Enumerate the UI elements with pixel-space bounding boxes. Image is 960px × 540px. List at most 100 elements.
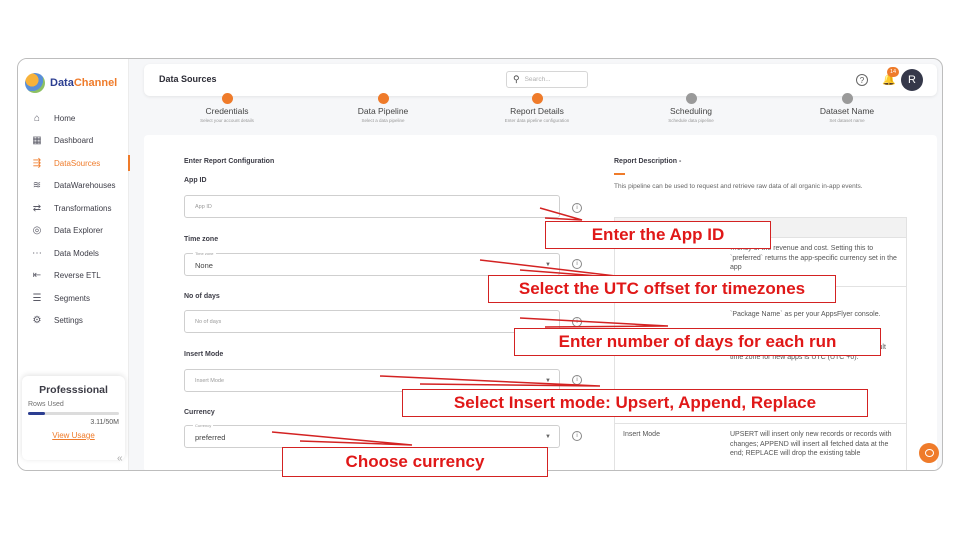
step-scheduling[interactable]: Scheduling Schedule data pipeline [616,93,766,123]
currency-select[interactable]: Currency preferred ▼ [184,423,560,448]
app-id-placeholder: App ID [195,204,212,210]
accent-divider [614,173,625,175]
sidebar-item-data-explorer[interactable]: ◎ Data Explorer [18,220,129,243]
sidebar-item-label: Reverse ETL [54,271,101,281]
app-id-label: App ID [184,177,207,184]
chevron-down-icon: ▼ [545,434,551,440]
transform-icon: ⇄ [32,202,42,214]
search-icon: ⚲ [513,74,520,84]
step-dataset-name[interactable]: Dataset Name Set dataset name [772,93,922,123]
plan-title: Professsional [39,384,108,396]
sidebar-item-label: Segments [54,293,91,303]
sidebar-item-home[interactable]: ⌂ Home [18,107,129,130]
report-description-text: This pipeline can be used to request and… [614,183,863,190]
sidebar-item-transformations[interactable]: ⇄ Transformations [18,197,129,220]
time-zone-floating-label: Time zone [193,251,216,256]
chevron-down-icon: ▼ [545,378,551,384]
time-zone-select[interactable]: Time zone None ▼ [184,251,560,276]
info-icon[interactable]: i [572,375,582,385]
search-input[interactable]: ⚲ Search... [506,71,588,88]
usage-progress-bar [28,412,119,415]
explorer-icon: ◎ [32,225,42,237]
sidebar: DataChannel ⌂ Home ▦ Dashboard ⇶ DataSource… [18,59,130,470]
currency-value: preferred [195,433,226,442]
chevron-down-icon: ▼ [545,262,551,268]
notification-badge: 14 [887,67,899,77]
days-field[interactable]: No of days [184,310,560,333]
table-cell: `Package Name` as per your AppsFlyer con… [730,311,881,318]
sidebar-item-label: DataSources [54,158,101,168]
time-zone-value: None [195,261,213,270]
rows-used-label: Rows Used [28,401,64,408]
report-description-title: Report Description - [614,158,682,165]
sidebar-item-label: Dashboard [54,136,94,146]
models-icon: ⋯ [32,247,42,259]
view-usage-link[interactable]: View Usage [28,431,119,440]
segments-icon: ☰ [32,292,42,304]
days-placeholder: No of days [195,319,222,325]
table-row-divider [615,423,906,424]
report-config-panel: Enter Report Configuration App ID App ID… [144,135,937,470]
database-icon: ≋ [32,180,42,192]
sidebar-item-segments[interactable]: ☰ Segments [18,287,129,310]
chat-icon [924,449,934,457]
step-report-details[interactable]: Report Details Enter data pipeline confi… [462,93,612,123]
usage-value: 3.11/50M [90,419,119,426]
step-data-pipeline[interactable]: Data Pipeline Select a data pipeline [308,93,458,123]
sidebar-item-dashboard[interactable]: ▦ Dashboard [18,130,129,153]
help-icon[interactable]: ? [856,74,868,86]
step-indicator [531,93,543,104]
sidebar-nav: ⌂ Home ▦ Dashboard ⇶ DataSources ≋ DataWareh… [18,107,130,333]
sidebar-item-label: Home [54,113,76,123]
reverse-etl-icon: ⇤ [32,270,42,282]
collapse-sidebar-icon[interactable]: « [117,453,123,464]
dashboard-icon: ▦ [32,135,42,147]
sidebar-item-datasources[interactable]: ⇶ DataSources [18,152,130,175]
page-title: Data Sources [159,74,217,84]
usage-progress-fill [28,412,45,415]
currency-label: Currency [184,409,215,416]
step-indicator [685,93,697,104]
sidebar-item-settings[interactable]: ⚙ Settings [18,310,129,333]
sidebar-item-label: DataWarehouses [54,181,116,191]
annotation-time-zone: Select the UTC offset for timezones [488,275,836,303]
search-placeholder: Search... [524,76,551,83]
sidebar-item-label: Data Explorer [54,226,103,236]
datachannel-logo-icon [25,73,45,93]
section-title: Enter Report Configuration [184,158,275,165]
info-icon[interactable]: i [572,203,582,213]
logo[interactable]: DataChannel [25,73,117,93]
table-cell: UPSERT will insert only new records or r… [730,431,892,457]
annotation-app-id: Enter the App ID [545,221,771,249]
step-indicator [377,93,389,104]
insert-mode-label: Insert Mode [184,351,224,358]
sidebar-item-data-models[interactable]: ⋯ Data Models [18,242,129,265]
datasources-icon: ⇶ [32,157,42,169]
sidebar-item-label: Data Models [54,248,99,258]
insert-mode-placeholder: Insert Mode [195,378,225,384]
plan-usage-card: Professsional Rows Used 3.11/50M View Us… [22,376,125,460]
info-icon[interactable]: i [572,431,582,441]
currency-floating-label: Currency [193,423,214,428]
annotation-currency: Choose currency [282,447,548,477]
table-cell: Insert Mode [623,431,660,438]
home-icon: ⌂ [33,112,41,124]
annotation-days: Enter number of days for each run [514,328,881,356]
app-id-field[interactable]: App ID [184,195,560,218]
sidebar-item-label: Transformations [54,203,112,213]
sidebar-item-label: Settings [54,316,83,326]
info-icon[interactable]: i [572,317,582,327]
annotation-insert-mode: Select Insert mode: Upsert, Append, Repl… [402,389,868,417]
info-icon[interactable]: i [572,259,582,269]
avatar[interactable]: R [901,69,923,91]
time-zone-label: Time zone [184,236,219,243]
chat-support-button[interactable] [919,443,939,463]
sidebar-item-datawarehouses[interactable]: ≋ DataWarehouses [18,175,129,198]
days-label: No of days [184,293,220,300]
pipeline-stepper: Credentials Select your account details … [144,93,937,131]
sidebar-item-reverse-etl[interactable]: ⇤ Reverse ETL [18,265,129,288]
step-credentials[interactable]: Credentials Select your account details [152,93,302,123]
top-header: Data Sources ⚲ Search... ? 🔔 14 R [144,64,937,96]
step-indicator [221,93,233,104]
step-indicator [841,93,853,104]
